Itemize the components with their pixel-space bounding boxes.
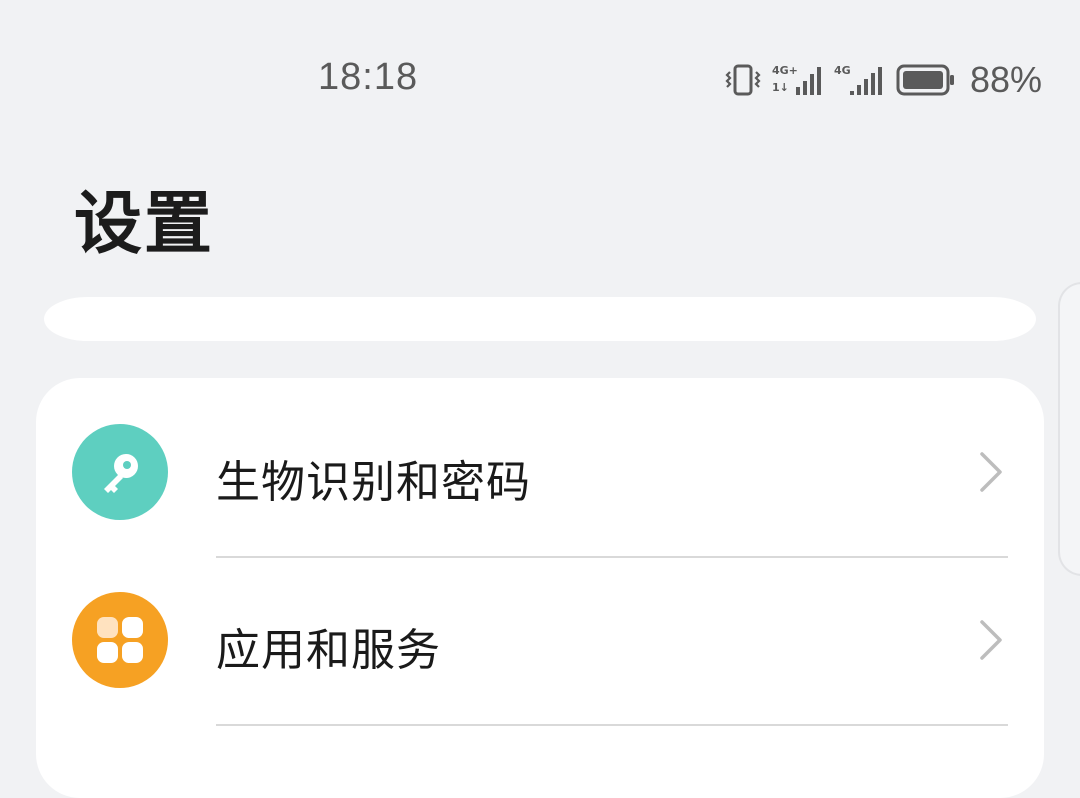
chevron-right-icon: [980, 452, 1002, 492]
apps-grid-icon: [72, 592, 168, 688]
search-bar[interactable]: [44, 297, 1036, 341]
svg-text:4G: 4G: [834, 64, 851, 77]
chevron-right-icon: [980, 620, 1002, 660]
page-title: 设置: [74, 185, 215, 264]
battery-percent: 88%: [969, 59, 1042, 100]
settings-item-apps-services[interactable]: 应用和服务: [36, 556, 1044, 724]
battery-icon: [896, 64, 954, 96]
settings-item-biometrics-password[interactable]: 生物识别和密码: [36, 388, 1044, 556]
signal-4g-icon: 4G: [834, 64, 882, 95]
key-icon: [72, 424, 168, 520]
status-bar: 18:18 4G+ 1↓ 4G 88%: [0, 0, 1080, 150]
divider: [216, 724, 1008, 726]
signal-4g-plus-icon: 4G+ 1↓: [772, 64, 821, 95]
svg-text:1↓: 1↓: [772, 81, 789, 94]
status-icons: 4G+ 1↓ 4G 88%: [724, 58, 1042, 102]
side-edge-panel[interactable]: [1058, 282, 1080, 576]
vibrate-icon: [725, 64, 761, 96]
settings-item-label: 应用和服务: [216, 625, 441, 676]
settings-item-label: 生物识别和密码: [216, 457, 531, 508]
status-time: 18:18: [318, 56, 419, 98]
settings-card: 生物识别和密码 应用和服务: [36, 378, 1044, 798]
svg-text:4G+: 4G+: [772, 64, 798, 77]
